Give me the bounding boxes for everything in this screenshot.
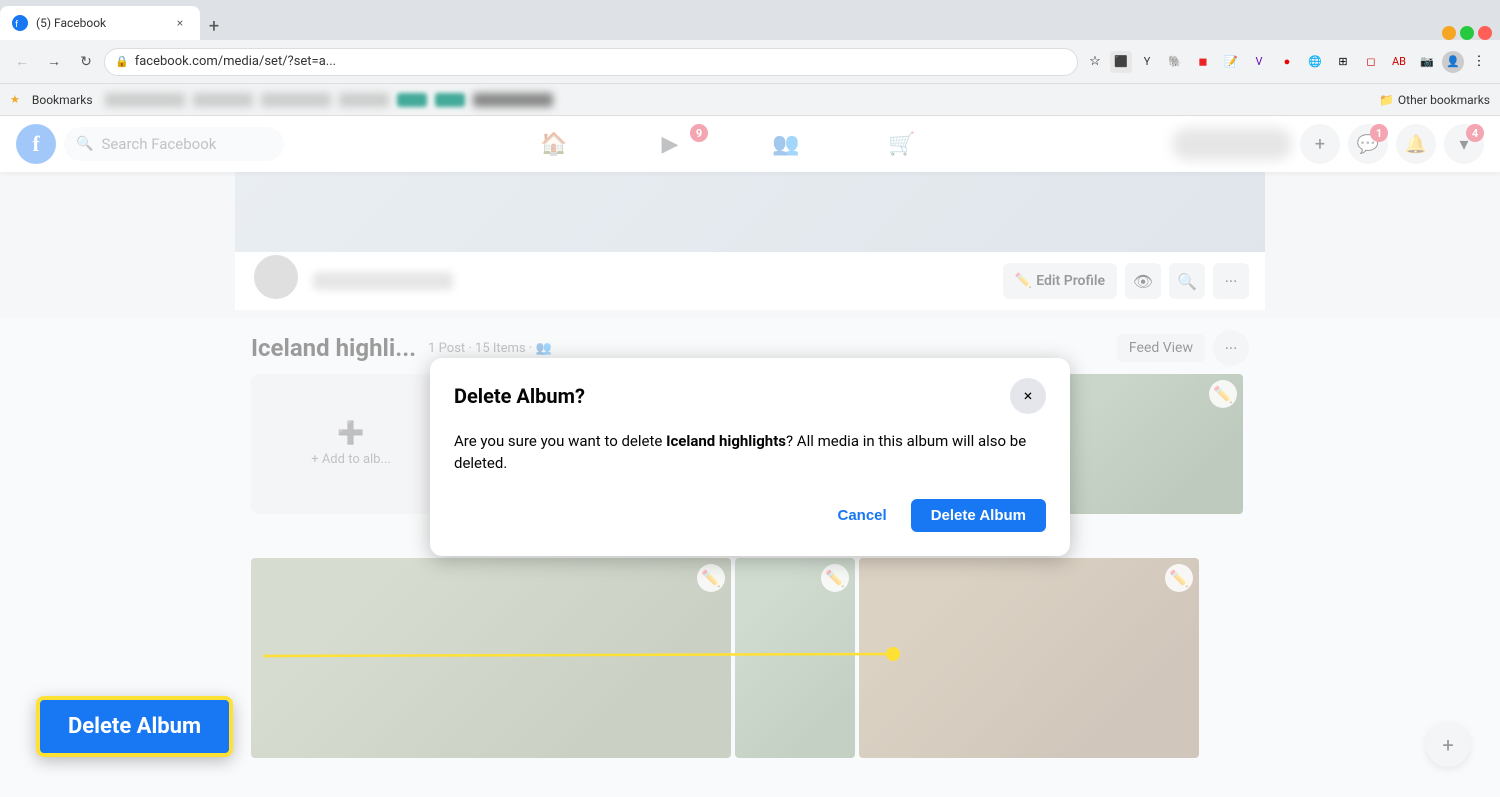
modal-header: Delete Album? × xyxy=(454,378,1046,414)
bookmark-5[interactable] xyxy=(397,93,427,107)
tab-close-button[interactable]: × xyxy=(172,15,188,31)
window-minimize-button[interactable] xyxy=(1442,26,1456,40)
modal-footer: Cancel Delete Album xyxy=(454,499,1046,532)
bookmarks-label[interactable]: Bookmarks xyxy=(28,91,97,109)
ext-icon-12[interactable]: 📷 xyxy=(1414,49,1440,75)
ext-icon-1[interactable]: ⬛ xyxy=(1110,51,1132,73)
back-button[interactable]: ← xyxy=(8,48,36,76)
address-bar[interactable]: 🔒 facebook.com/media/set/?set=a... xyxy=(104,48,1078,76)
address-text: facebook.com/media/set/?set=a... xyxy=(135,54,1067,69)
bookmark-1[interactable] xyxy=(105,93,185,107)
tab-favicon: f xyxy=(12,15,28,31)
ext-icon-5[interactable]: 📝 xyxy=(1218,49,1244,75)
modal-close-button[interactable]: × xyxy=(1010,378,1046,414)
bookmark-2[interactable] xyxy=(193,93,253,107)
bookmark-7[interactable] xyxy=(473,93,553,107)
browser-nav-bar: ← → ↻ 🔒 facebook.com/media/set/?set=a...… xyxy=(0,40,1500,84)
window-close-button[interactable] xyxy=(1478,26,1492,40)
window-maximize-button[interactable] xyxy=(1460,26,1474,40)
bookmark-star-icon[interactable]: ☆ xyxy=(1082,49,1108,75)
refresh-button[interactable]: ↻ xyxy=(72,48,100,76)
ext-icon-4[interactable]: ◼ xyxy=(1190,49,1216,75)
ext-icon-2[interactable]: Y xyxy=(1134,49,1160,75)
other-bookmarks[interactable]: 📁 Other bookmarks xyxy=(1379,93,1490,107)
cancel-button[interactable]: Cancel xyxy=(826,499,899,532)
tab-bar: f (5) Facebook × + xyxy=(0,0,1500,40)
ext-icon-3[interactable]: 🐘 xyxy=(1162,49,1188,75)
lock-icon: 🔒 xyxy=(115,55,129,68)
bookmarks-bar: ★ Bookmarks 📁 Other bookmarks xyxy=(0,84,1500,116)
ext-icon-11[interactable]: AB xyxy=(1386,49,1412,75)
ext-icon-9[interactable]: ⊞ xyxy=(1330,49,1356,75)
bookmark-3[interactable] xyxy=(261,93,331,107)
modal-title: Delete Album? xyxy=(454,384,585,408)
delete-album-button[interactable]: Delete Album xyxy=(911,499,1046,532)
ext-icon-8[interactable]: 🌐 xyxy=(1302,49,1328,75)
ext-icon-10[interactable]: ◻ xyxy=(1358,49,1384,75)
new-tab-button[interactable]: + xyxy=(200,12,228,40)
ext-icon-7[interactable]: ● xyxy=(1274,49,1300,75)
facebook-app: f 🔍 Search Facebook 🏠 ▶ 9 👥 🛒 xyxy=(0,116,1500,797)
svg-text:f: f xyxy=(15,20,19,28)
chrome-menu-button[interactable]: ⋮ xyxy=(1466,49,1492,75)
delete-album-modal: Delete Album? × Are you sure you want to… xyxy=(430,358,1070,556)
ext-icon-6[interactable]: V xyxy=(1246,49,1272,75)
bookmarks-star-icon: ★ xyxy=(10,93,20,106)
user-profile-icon[interactable]: 👤 xyxy=(1442,51,1464,73)
forward-button[interactable]: → xyxy=(40,48,68,76)
bookmark-4[interactable] xyxy=(339,93,389,107)
zoomed-delete-album-button[interactable]: Delete Album xyxy=(36,696,233,757)
bookmark-6[interactable] xyxy=(435,93,465,107)
modal-body: Are you sure you want to delete Iceland … xyxy=(454,430,1046,475)
tab-title: (5) Facebook xyxy=(36,16,164,30)
active-tab[interactable]: f (5) Facebook × xyxy=(0,6,200,40)
browser-toolbar: ☆ ⬛ Y 🐘 ◼ 📝 V ● 🌐 ⊞ ◻ AB 📷 👤 ⋮ xyxy=(1082,49,1492,75)
